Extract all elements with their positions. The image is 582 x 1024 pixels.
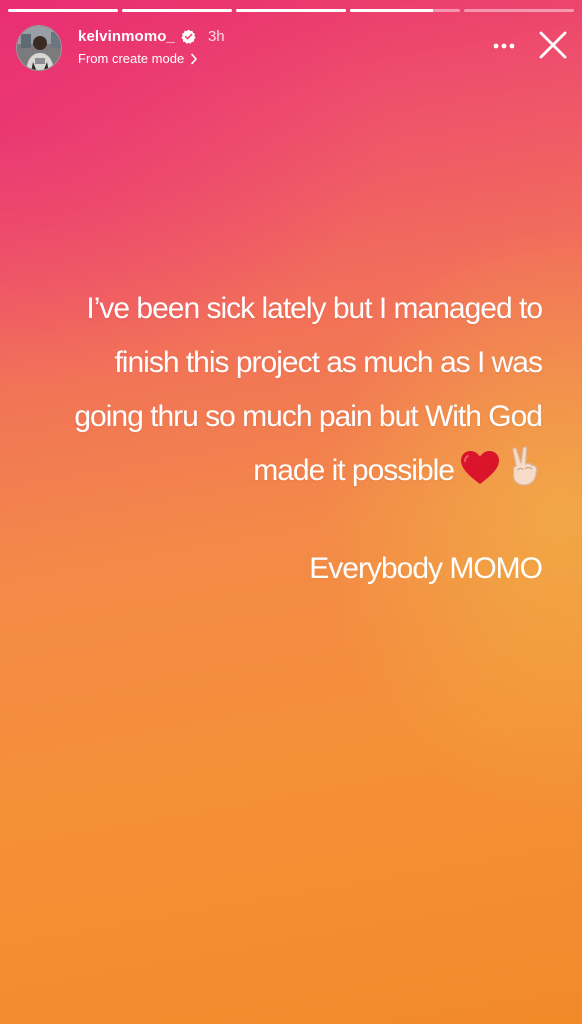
username-link[interactable]: kelvinmomo_ bbox=[78, 28, 175, 45]
caption-line: I’ve been sick lately but I managed to bbox=[86, 292, 543, 325]
progress-fill bbox=[236, 9, 346, 12]
create-mode-label: From create mode bbox=[78, 51, 185, 66]
user-row: kelvinmomo_ 3h bbox=[78, 28, 225, 45]
more-options-icon[interactable] bbox=[490, 34, 518, 58]
story-viewer[interactable]: kelvinmomo_ 3h From create mode I’ve bee… bbox=[0, 0, 582, 1024]
caption-last-line: made it possible bbox=[32, 444, 542, 498]
verified-badge-icon bbox=[181, 29, 196, 44]
caption-line: going thru so much pain but With God bbox=[74, 400, 543, 433]
progress-segment bbox=[350, 9, 460, 12]
progress-segment bbox=[236, 9, 346, 12]
close-icon[interactable] bbox=[538, 30, 568, 60]
progress-fill bbox=[350, 9, 433, 12]
progress-segment bbox=[8, 9, 118, 12]
red-heart-emoji bbox=[461, 451, 499, 484]
story-header: kelvinmomo_ 3h From create mode bbox=[16, 22, 570, 74]
story-meta: kelvinmomo_ 3h From create mode bbox=[78, 28, 225, 66]
post-time: 3h bbox=[207, 28, 225, 45]
avatar-photo-icon bbox=[17, 26, 61, 70]
caption-line: finish this project as much as I was bbox=[114, 346, 543, 379]
story-caption: I’ve been sick lately but I managed to f… bbox=[32, 282, 543, 498]
chevron-right-icon bbox=[191, 53, 198, 64]
victory-hand-emoji bbox=[512, 446, 538, 486]
avatar[interactable] bbox=[16, 25, 62, 71]
progress-segment bbox=[122, 9, 232, 12]
create-mode-link[interactable]: From create mode bbox=[78, 51, 225, 66]
progress-fill bbox=[122, 9, 232, 12]
progress-segment bbox=[464, 9, 574, 12]
story-signoff: Everybody MOMO bbox=[309, 552, 543, 585]
caption-line: made it possible bbox=[253, 454, 455, 487]
progress-fill bbox=[8, 9, 118, 12]
story-progress-bar bbox=[8, 9, 574, 12]
